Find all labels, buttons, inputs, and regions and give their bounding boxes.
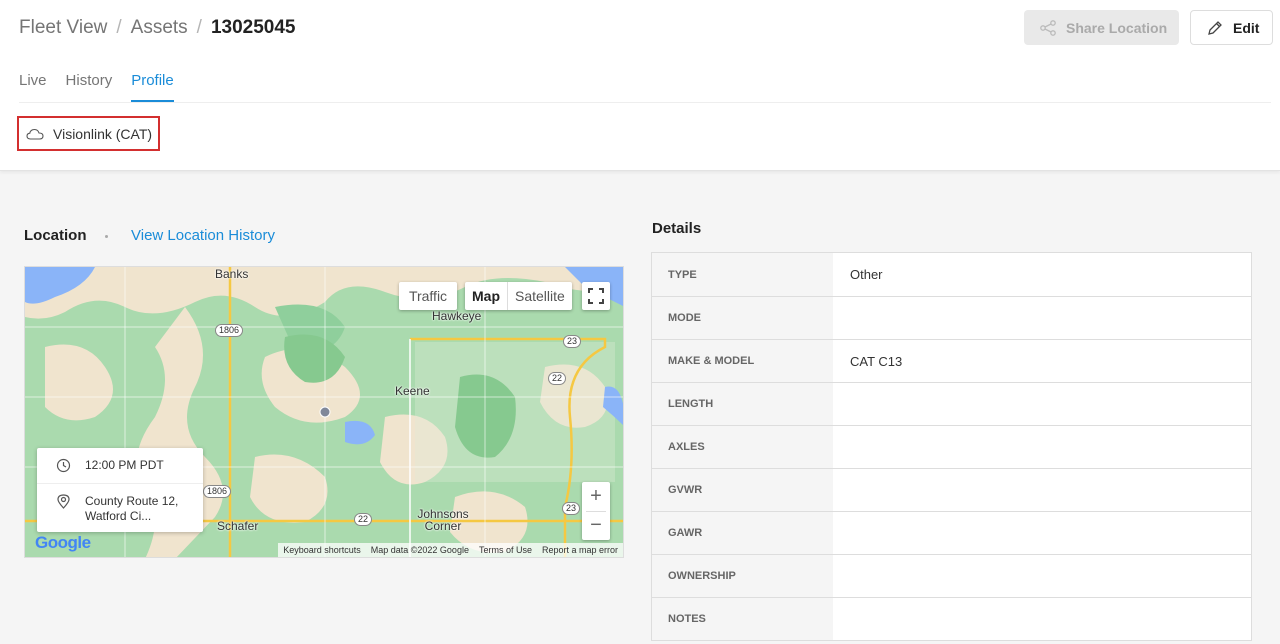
- details-key: GAWR: [652, 512, 833, 554]
- terms-of-use-link[interactable]: Terms of Use: [474, 543, 537, 557]
- map-place-label: Banks: [215, 267, 249, 281]
- keyboard-shortcuts-link[interactable]: Keyboard shortcuts: [278, 543, 366, 557]
- details-value: [833, 512, 1251, 554]
- info-address-line2: Watford Ci...: [85, 509, 152, 523]
- fullscreen-icon: [588, 288, 604, 304]
- edit-label: Edit: [1233, 19, 1260, 36]
- details-value: [833, 469, 1251, 511]
- zoom-in-button[interactable]: +: [582, 482, 610, 511]
- location-pin-icon: [57, 494, 70, 509]
- details-value: CAT C13: [850, 353, 903, 369]
- details-key: LENGTH: [652, 383, 833, 425]
- zoom-divider: [586, 511, 606, 512]
- details-value: [833, 297, 1251, 339]
- breadcrumb-fleet-view[interactable]: Fleet View: [19, 17, 107, 39]
- info-time-row: 12:00 PM PDT: [37, 458, 203, 473]
- traffic-toggle-button[interactable]: Traffic: [399, 282, 457, 310]
- breadcrumb-separator: /: [116, 17, 122, 38]
- details-value: [833, 383, 1251, 425]
- details-value: [833, 555, 1251, 597]
- details-key: GVWR: [652, 469, 833, 511]
- table-row: MAKE & MODEL CAT C13: [652, 340, 1251, 383]
- asset-source-label: Visionlink (CAT): [53, 125, 153, 142]
- map-type-map-button[interactable]: Map: [465, 282, 508, 310]
- road-shield: 23: [562, 502, 581, 515]
- road-shield: 22: [548, 372, 567, 385]
- details-key: MAKE & MODEL: [652, 340, 833, 382]
- details-key: MODE: [652, 297, 833, 339]
- share-icon: [1039, 19, 1057, 37]
- location-section-title: Location: [24, 227, 87, 244]
- table-row: LENGTH: [652, 383, 1251, 426]
- map-place-label: Schafer: [217, 519, 259, 533]
- tab-live[interactable]: Live: [19, 72, 47, 102]
- table-row: GAWR: [652, 512, 1251, 555]
- asset-source-badge: Visionlink (CAT): [17, 116, 160, 151]
- separator-dot: [105, 235, 108, 238]
- info-time: 12:00 PM PDT: [85, 458, 164, 472]
- breadcrumb: Fleet View / Assets / 13025045: [19, 17, 296, 39]
- details-key: OWNERSHIP: [652, 555, 833, 597]
- share-location-button[interactable]: Share Location: [1024, 10, 1179, 45]
- map-place-label: Johnsons Corner: [417, 507, 469, 533]
- map-footer: Keyboard shortcuts Map data ©2022 Google…: [278, 543, 623, 557]
- road-shield: 22: [354, 513, 373, 526]
- details-value: [833, 426, 1251, 468]
- zoom-control: + −: [582, 482, 610, 540]
- info-address-line1: County Route 12,: [85, 494, 179, 508]
- page-header: Fleet View / Assets / 13025045 Share Loc…: [0, 0, 1280, 171]
- share-location-label: Share Location: [1066, 19, 1168, 36]
- cloud-icon: [26, 127, 44, 141]
- google-logo: Google: [35, 533, 91, 553]
- breadcrumb-current-asset: 13025045: [210, 17, 296, 38]
- info-address-row: County Route 12, Watford Ci...: [37, 494, 203, 524]
- details-value: Other: [850, 267, 883, 282]
- details-key: AXLES: [652, 426, 833, 468]
- table-row: AXLES: [652, 426, 1251, 469]
- table-row: OWNERSHIP: [652, 555, 1251, 598]
- tab-divider: [19, 102, 1271, 103]
- map-type-control: Map Satellite: [465, 282, 572, 310]
- map-place-label: Keene: [395, 384, 430, 398]
- location-map[interactable]: Banks Hawkeye Keene Johnsons Corner Scha…: [24, 266, 624, 558]
- fullscreen-button[interactable]: [582, 282, 610, 310]
- map-type-satellite-button[interactable]: Satellite: [508, 282, 572, 310]
- info-divider: [37, 483, 203, 484]
- table-row: TYPE Other: [652, 253, 1251, 297]
- details-value: [833, 598, 1251, 640]
- details-key: NOTES: [652, 598, 833, 640]
- clock-icon: [56, 458, 71, 473]
- google-logo-text: Google: [35, 533, 91, 552]
- view-location-history-link[interactable]: View Location History: [131, 227, 275, 244]
- info-address: County Route 12, Watford Ci...: [85, 494, 178, 524]
- table-row: NOTES: [652, 598, 1251, 641]
- breadcrumb-separator: /: [196, 17, 202, 38]
- details-table: TYPE Other MODE MAKE & MODEL CAT C13 LENGT…: [651, 252, 1252, 641]
- table-row: MODE: [652, 297, 1251, 340]
- details-key: TYPE: [652, 253, 833, 296]
- location-info-card: 12:00 PM PDT County Route 12, Watford Ci…: [37, 448, 203, 532]
- map-data-attribution: Map data ©2022 Google: [370, 545, 469, 555]
- road-shield: 1806: [203, 485, 232, 498]
- road-shield: 23: [563, 335, 582, 348]
- details-section-title: Details: [652, 220, 702, 237]
- road-shield: 1806: [215, 324, 244, 337]
- pencil-icon: [1206, 19, 1224, 37]
- tab-history[interactable]: History: [66, 72, 113, 102]
- map-place-label: Hawkeye: [432, 309, 482, 323]
- tab-profile[interactable]: Profile: [131, 72, 174, 102]
- report-map-error-link[interactable]: Report a map error: [537, 543, 623, 557]
- breadcrumb-assets[interactable]: Assets: [131, 17, 188, 39]
- table-row: GVWR: [652, 469, 1251, 512]
- tab-bar: Live History Profile: [19, 72, 193, 102]
- edit-button[interactable]: Edit: [1190, 10, 1273, 45]
- zoom-out-button[interactable]: −: [582, 511, 610, 540]
